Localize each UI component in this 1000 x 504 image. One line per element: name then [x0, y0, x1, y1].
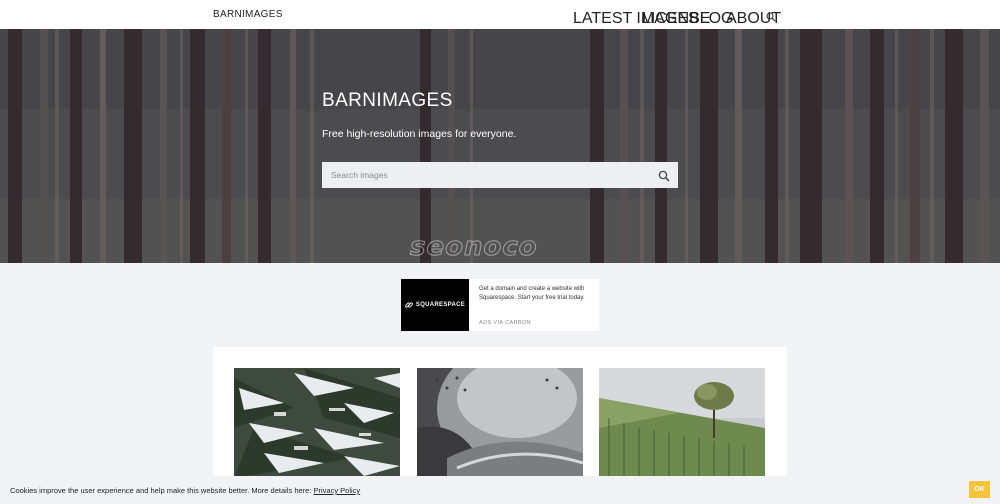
- ad-description[interactable]: Get a domain and create a website with S…: [479, 285, 595, 303]
- search-bar[interactable]: [322, 162, 678, 188]
- carbon-ad[interactable]: SQUARESPACE Get a domain and create a we…: [401, 279, 599, 331]
- hero-subtitle: Free high-resolution images for everyone…: [322, 128, 517, 140]
- cookie-text: Cookies improve the user experience and …: [10, 486, 360, 495]
- cookie-message: Cookies improve the user experience and …: [10, 486, 314, 495]
- site-logo[interactable]: BARNIMAGES: [213, 9, 283, 20]
- search-icon[interactable]: [766, 9, 776, 22]
- hero-banner: BARNIMAGES Free high-resolution images f…: [0, 29, 1000, 263]
- gallery-image-snowy-pine[interactable]: [234, 368, 400, 478]
- squarespace-logo-icon: [404, 302, 413, 308]
- hero-title: BARNIMAGES: [322, 90, 453, 111]
- search-submit-icon[interactable]: [658, 169, 670, 182]
- top-navigation-bar: BARNIMAGES LATEST IMAGES LICENSE BLOG AB…: [0, 0, 1000, 29]
- hero-overlay: [0, 29, 1000, 263]
- search-input[interactable]: [322, 162, 642, 188]
- gallery-image-vineyard[interactable]: [599, 368, 765, 478]
- cookie-accept-button[interactable]: OK: [969, 481, 990, 498]
- ad-logo[interactable]: SQUARESPACE: [401, 279, 469, 331]
- watermark: seonoco: [410, 232, 538, 263]
- privacy-policy-link[interactable]: Privacy Policy: [314, 486, 361, 495]
- ad-logo-text: SQUARESPACE: [415, 302, 466, 308]
- gallery-image-armor[interactable]: [417, 368, 583, 478]
- ad-via-label[interactable]: ADS VIA CARBON: [479, 320, 531, 326]
- cookie-banner: Cookies improve the user experience and …: [0, 476, 1000, 504]
